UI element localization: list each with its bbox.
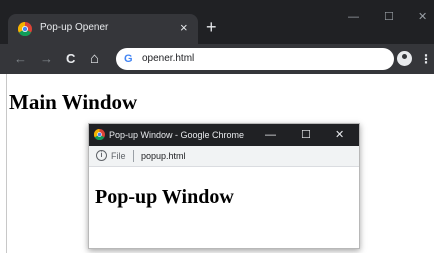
info-icon[interactable]: i	[96, 150, 107, 161]
file-label: File	[111, 151, 126, 161]
new-tab-icon[interactable]: +	[206, 16, 217, 38]
back-arrow-icon[interactable]: ←	[14, 49, 27, 69]
popup-title: Pop-up Window - Google Chrome	[109, 130, 245, 140]
popup-minimize-icon[interactable]: —	[265, 128, 276, 142]
minimize-icon[interactable]: —	[348, 10, 359, 24]
tab-pop-up-opener[interactable]: Pop-up Opener ×	[8, 14, 198, 44]
chrome-logo-icon	[18, 22, 32, 36]
page-left-edge	[6, 74, 7, 253]
popup-heading: Pop-up Window	[95, 186, 234, 208]
popup-titlebar[interactable]: Pop-up Window - Google Chrome — ☐ ✕	[89, 124, 359, 146]
chrome-logo-icon	[94, 129, 105, 140]
close-window-icon[interactable]: ✕	[418, 10, 427, 24]
popup-address-bar[interactable]: i File popup.html	[89, 146, 359, 167]
maximize-icon[interactable]: ☐	[384, 10, 394, 24]
menu-kebab-icon[interactable]: ⋮	[420, 50, 432, 68]
profile-avatar-icon[interactable]	[397, 51, 412, 66]
address-url: opener.html	[142, 53, 195, 64]
home-icon[interactable]: ⌂	[90, 49, 99, 69]
popup-window[interactable]: Pop-up Window - Google Chrome — ☐ ✕ i Fi…	[88, 123, 360, 249]
popup-maximize-icon[interactable]: ☐	[301, 128, 311, 142]
popup-close-icon[interactable]: ✕	[335, 128, 344, 142]
main-window-heading: Main Window	[9, 90, 138, 114]
reload-icon[interactable]: C	[66, 49, 75, 69]
address-bar[interactable]: G opener.html	[116, 48, 394, 70]
tab-title: Pop-up Opener	[40, 22, 109, 33]
forward-arrow-icon[interactable]: →	[40, 49, 53, 69]
address-separator	[133, 150, 134, 162]
popup-url: popup.html	[141, 151, 186, 161]
tab-close-icon[interactable]: ×	[180, 19, 188, 37]
main-toolbar: ← → C ⌂ G opener.html ⋮	[0, 44, 434, 74]
google-icon: G	[124, 53, 133, 65]
main-window-titlebar: Pop-up Opener × + — ☐ ✕	[0, 0, 434, 44]
